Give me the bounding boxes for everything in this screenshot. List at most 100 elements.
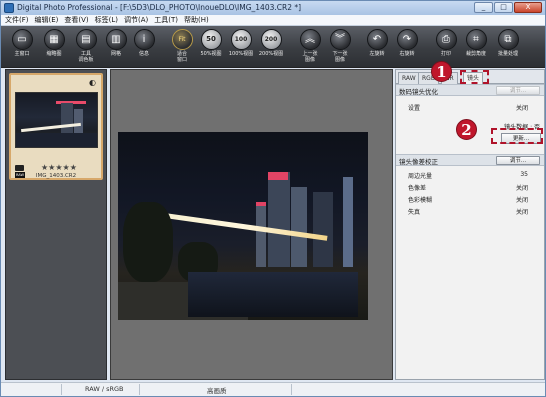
fit-window-icon: Fit bbox=[171, 29, 193, 50]
crop-angle-button[interactable]: ⌗ 裁剪角度 bbox=[461, 29, 491, 65]
zoom-50-icon: 50 bbox=[200, 29, 222, 50]
rotate-right-icon: ↷ bbox=[396, 29, 418, 50]
thumbnail-button[interactable]: ▦ 缩略图 bbox=[39, 29, 69, 65]
toolbar-label: 工具 调色板 bbox=[78, 51, 94, 63]
menu-adjust[interactable]: 调节(A) bbox=[124, 15, 148, 25]
zoom-100-icon: 100 bbox=[230, 29, 252, 50]
previous-image-button[interactable]: ︽ 上一张 图像 bbox=[295, 29, 325, 65]
fit-window-button[interactable]: Fit 适合 窗口 bbox=[167, 29, 197, 65]
rotate-left-icon: ↶ bbox=[366, 29, 388, 50]
batch-process-icon: ⧉ bbox=[497, 29, 519, 50]
setting-label: 设置 bbox=[408, 105, 421, 112]
toolbar-label: 50%视图 bbox=[200, 51, 222, 57]
info-button[interactable]: i 信息 bbox=[129, 29, 159, 65]
image-preview[interactable] bbox=[110, 69, 393, 380]
zoom-100-button[interactable]: 100 100%视图 bbox=[226, 29, 256, 65]
toolbar-label: 批量处理 bbox=[497, 51, 518, 57]
main-window-button[interactable]: ▭ 主窗口 bbox=[7, 29, 37, 65]
toolbar: ▭ 主窗口 ▦ 缩略图 ▤ 工具 调色板 ▥ 网格 i 信息 Fit 适合 窗口… bbox=[1, 26, 545, 68]
aberration-row: 周边光量 35 bbox=[408, 171, 536, 180]
rating-stars[interactable]: ★★★★★ bbox=[41, 163, 77, 172]
toolbar-label: 信息 bbox=[138, 51, 149, 57]
menu-help[interactable]: 帮助(H) bbox=[184, 15, 209, 25]
maximize-button[interactable]: □ bbox=[494, 2, 513, 13]
toolbar-label: 主窗口 bbox=[14, 51, 30, 57]
window-title: Digital Photo Professional - [F:\5D3\DLO… bbox=[17, 3, 302, 12]
batch-process-button[interactable]: ⧉ 批量处理 bbox=[493, 29, 523, 65]
lens-optimizer-adjust-button[interactable]: 调节... bbox=[496, 86, 540, 95]
aberration-label: 周边光量 bbox=[408, 173, 433, 180]
menu-label[interactable]: 标签(L) bbox=[95, 15, 118, 25]
toolbar-label: 右旋转 bbox=[399, 51, 415, 57]
menu-tools[interactable]: 工具(T) bbox=[154, 15, 178, 25]
menu-edit[interactable]: 编辑(E) bbox=[35, 15, 59, 25]
zoom-200-icon: 200 bbox=[260, 29, 282, 50]
aberration-row: 色彩模糊 关闭 bbox=[408, 195, 536, 204]
sound-icon: ◐ bbox=[89, 78, 96, 87]
toolbar-label: 缩略图 bbox=[46, 51, 62, 57]
aberration-row: 失真 关闭 bbox=[408, 207, 536, 216]
palette-tabs: RAW RGB NR 镜头 bbox=[396, 70, 544, 85]
toolbar-label: 裁剪角度 bbox=[465, 51, 486, 57]
rotate-left-button[interactable]: ↶ 左旋转 bbox=[362, 29, 392, 65]
callout-badge-2: 2 bbox=[456, 119, 477, 140]
menu-view[interactable]: 查看(V) bbox=[64, 15, 88, 25]
zoom-50-button[interactable]: 50 50%视图 bbox=[196, 29, 226, 65]
thumbnail-card[interactable]: ◐ RAW ★★★★★ IMG_1403.CR2 bbox=[9, 73, 103, 180]
thumbnail-filename: IMG_1403.CR2 bbox=[35, 173, 77, 179]
aberration-label: 色像差 bbox=[408, 185, 427, 192]
lens-optimizer-title: 数码镜头优化 bbox=[399, 88, 438, 96]
toolbar-label: 网格 bbox=[110, 51, 121, 57]
toolbar-label: 下一张 图像 bbox=[332, 51, 348, 63]
status-divider bbox=[61, 384, 62, 395]
toolbar-label: 100%视图 bbox=[228, 51, 254, 57]
app-icon bbox=[4, 3, 14, 13]
edited-icon bbox=[15, 165, 24, 171]
tool-palette-button[interactable]: ▤ 工具 调色板 bbox=[71, 29, 101, 65]
toolbar-label: 200%视图 bbox=[258, 51, 284, 57]
status-divider bbox=[291, 384, 292, 395]
thumbnail-panel: ◐ RAW ★★★★★ IMG_1403.CR2 bbox=[5, 69, 107, 380]
aberration-label: 色彩模糊 bbox=[408, 197, 433, 204]
callout-badge-1: 1 bbox=[431, 61, 452, 82]
preview-photo bbox=[118, 132, 368, 320]
aberration-value: 关闭 bbox=[515, 185, 528, 192]
aberration-value: 关闭 bbox=[515, 197, 528, 204]
menu-file[interactable]: 文件(F) bbox=[5, 15, 29, 25]
menu-bar: 文件(F) 编辑(E) 查看(V) 标签(L) 调节(A) 工具(T) 帮助(H… bbox=[1, 15, 545, 26]
toolbar-label: 打印 bbox=[440, 51, 451, 57]
toolbar-label: 左旋转 bbox=[369, 51, 385, 57]
tab-raw[interactable]: RAW bbox=[398, 72, 420, 84]
aberration-value: 35 bbox=[520, 171, 528, 178]
next-image-button[interactable]: ︾ 下一张 图像 bbox=[325, 29, 355, 65]
toolbar-label: 适合 窗口 bbox=[176, 51, 187, 63]
lens-optimizer-setting-row: 设置 关闭 bbox=[408, 103, 536, 112]
zoom-200-button[interactable]: 200 200%视图 bbox=[256, 29, 286, 65]
close-button[interactable]: X bbox=[514, 2, 542, 13]
setting-value: 关闭 bbox=[515, 105, 528, 112]
status-divider bbox=[139, 384, 140, 395]
previous-image-icon: ︽ bbox=[299, 29, 321, 50]
rotate-right-button[interactable]: ↷ 右旋转 bbox=[392, 29, 422, 65]
aberration-adjust-button[interactable]: 调节... bbox=[496, 156, 540, 165]
print-button[interactable]: ⎙ 打印 bbox=[431, 29, 461, 65]
thumbnail-icon: ▦ bbox=[43, 29, 65, 50]
tool-palette-icon: ▤ bbox=[75, 29, 97, 50]
main-window-icon: ▭ bbox=[11, 29, 33, 50]
crop-angle-icon: ⌗ bbox=[465, 29, 487, 50]
thumbnail-image bbox=[15, 92, 98, 148]
status-bar: RAW / sRGB 高画质 bbox=[1, 382, 545, 396]
aberration-title: 镜头像差校正 bbox=[399, 158, 438, 166]
status-quality: 高画质 bbox=[207, 387, 227, 395]
next-image-icon: ︾ bbox=[329, 29, 351, 50]
tool-palette: RAW RGB NR 镜头 数码镜头优化 调节... 设置 关闭 镜头数据 : … bbox=[395, 69, 545, 380]
info-icon: i bbox=[133, 29, 155, 50]
grid-button[interactable]: ▥ 网格 bbox=[101, 29, 131, 65]
aberration-header: 镜头像差校正 调节... bbox=[396, 154, 544, 166]
aberration-label: 失真 bbox=[408, 209, 421, 216]
lens-tab-highlight bbox=[460, 70, 489, 84]
update-button-highlight bbox=[491, 128, 543, 144]
print-icon: ⎙ bbox=[435, 29, 457, 50]
minimize-button[interactable]: _ bbox=[474, 2, 493, 13]
title-bar[interactable]: Digital Photo Professional - [F:\5D3\DLO… bbox=[1, 1, 545, 15]
